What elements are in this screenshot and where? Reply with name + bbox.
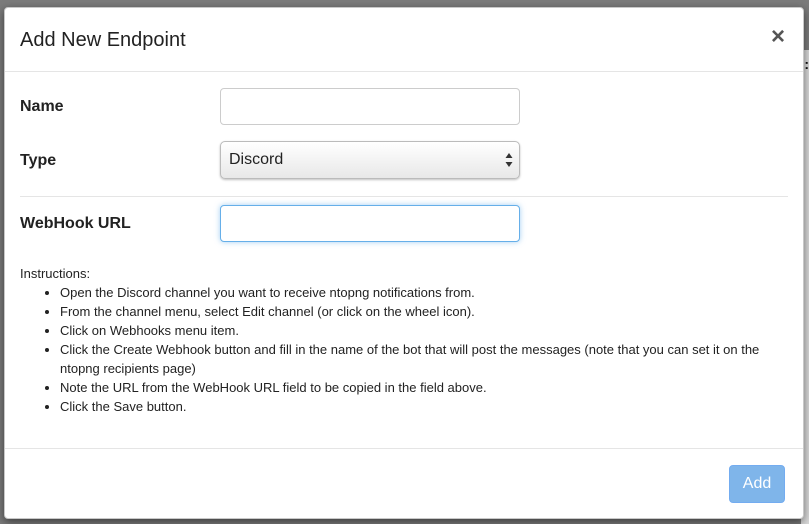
close-icon: × — [770, 23, 785, 50]
instruction-step: From the channel menu, select Edit chann… — [60, 302, 780, 321]
add-endpoint-modal: Add New Endpoint × Name Type Discord Web… — [4, 7, 804, 519]
webhook-url-label: WebHook URL — [20, 215, 131, 232]
name-input[interactable] — [220, 88, 520, 125]
type-select[interactable]: Discord — [220, 141, 520, 179]
modal-title: Add New Endpoint — [20, 29, 186, 51]
form-divider — [20, 196, 788, 197]
instruction-step: Click on Webhooks menu item. — [60, 321, 780, 340]
chevron-up-down-icon — [505, 153, 513, 167]
webhook-url-input[interactable] — [220, 205, 520, 242]
close-button[interactable]: × — [771, 25, 785, 49]
instruction-step: Note the URL from the WebHook URL field … — [60, 378, 780, 397]
instruction-step: Open the Discord channel you want to rec… — [60, 283, 780, 302]
instructions-list: Open the Discord channel you want to rec… — [20, 283, 780, 416]
instructions-heading: Instructions: — [20, 266, 91, 281]
add-button[interactable]: Add — [729, 465, 785, 503]
instruction-step: Click the Create Webhook button and fill… — [60, 340, 780, 378]
modal-header: Add New Endpoint × — [5, 8, 803, 72]
type-label: Type — [20, 152, 57, 169]
backdrop-colon: : — [804, 56, 809, 72]
modal-footer-divider — [5, 448, 803, 449]
instruction-step: Click the Save button. — [60, 397, 780, 416]
name-label: Name — [20, 98, 64, 115]
instructions: Instructions: Open the Discord channel y… — [20, 264, 780, 416]
type-select-value: Discord — [229, 151, 284, 168]
